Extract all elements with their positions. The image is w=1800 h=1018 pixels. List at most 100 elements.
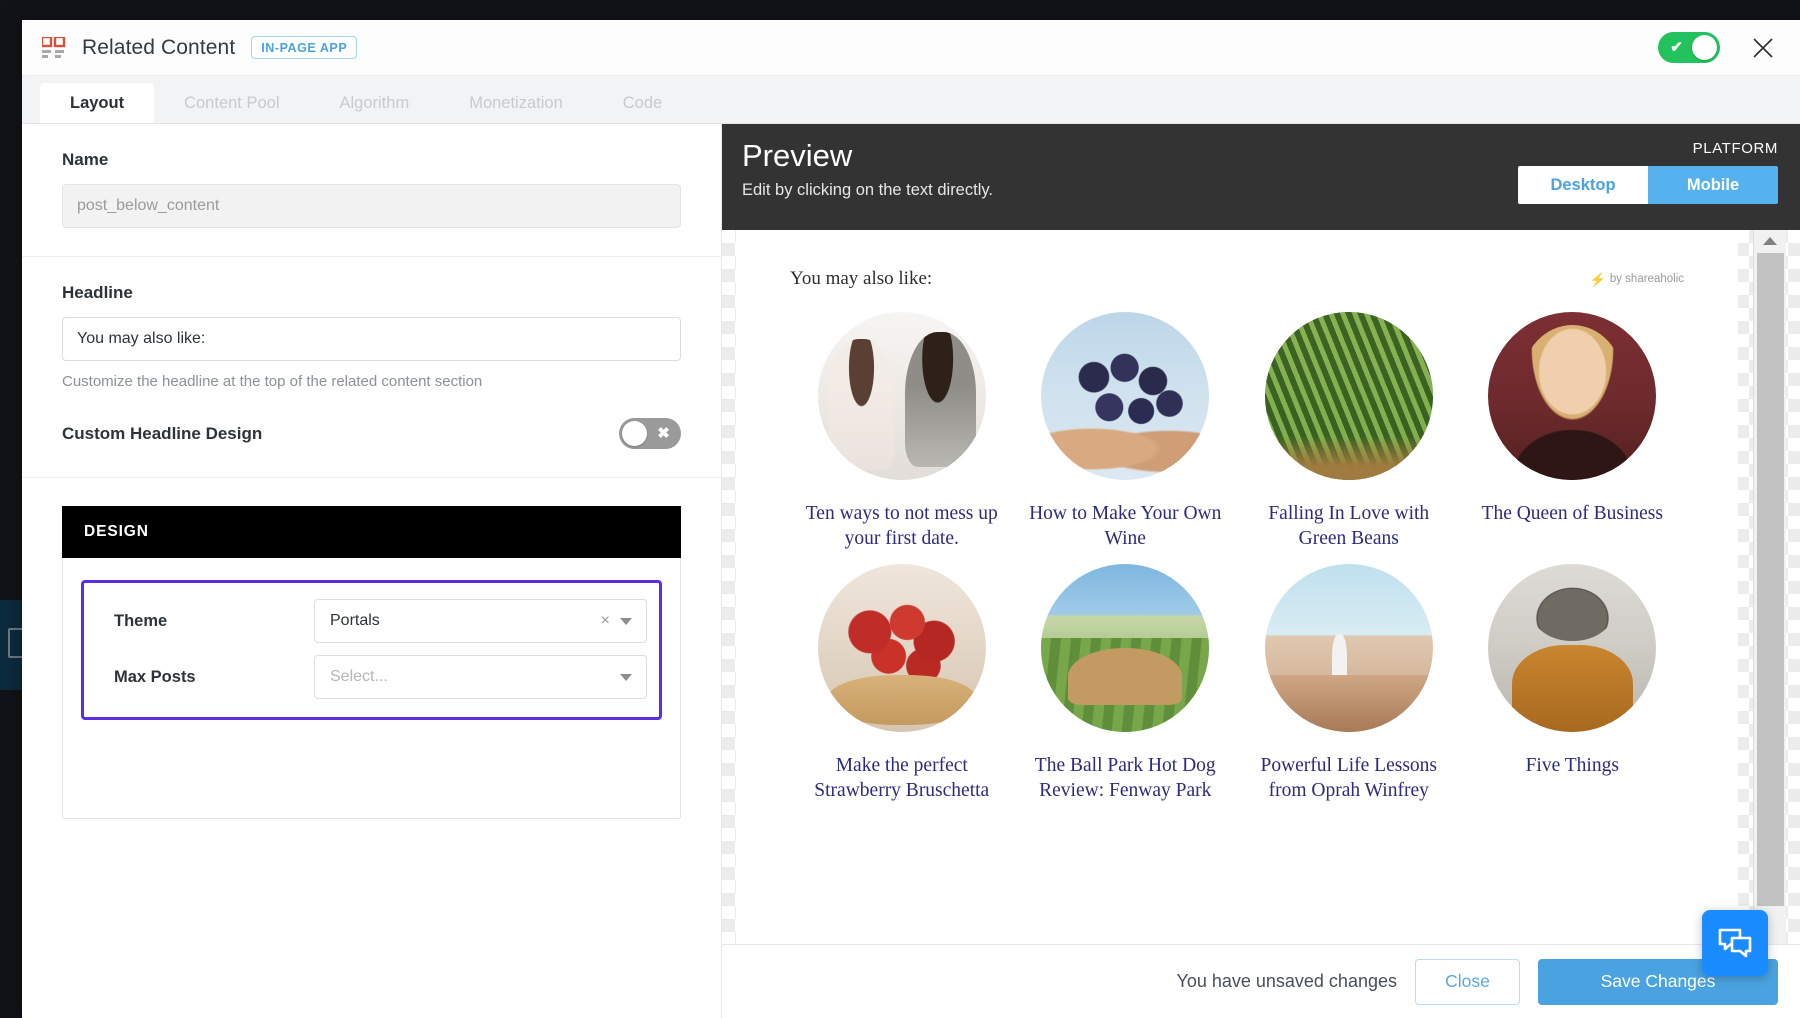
modal-footer: You have unsaved changes Close Save Chan…: [722, 944, 1800, 1018]
unsaved-changes-text: You have unsaved changes: [1176, 971, 1397, 992]
toggle-knob: [1692, 35, 1717, 60]
toggle-knob: [622, 421, 647, 446]
tab-monetization[interactable]: Monetization: [439, 83, 593, 123]
related-card[interactable]: Powerful Life Lessons from Oprah Winfrey: [1237, 564, 1461, 804]
fur-hat-image: [1488, 564, 1656, 732]
green-beans-image: [1265, 312, 1433, 480]
thumbnail[interactable]: [818, 312, 986, 480]
settings-panel: Name Headline Customize the headline at …: [22, 124, 722, 1018]
thumbnail[interactable]: [818, 564, 986, 732]
chevron-down-icon[interactable]: [620, 618, 632, 625]
tab-algorithm[interactable]: Algorithm: [310, 83, 440, 123]
related-card-title[interactable]: The Ball Park Hot Dog Review: Fenway Par…: [1023, 754, 1228, 804]
thumbnail[interactable]: [1041, 312, 1209, 480]
tab-layout[interactable]: Layout: [40, 83, 154, 123]
theme-select[interactable]: Portals ×: [314, 599, 647, 643]
headline-field-block: Headline Customize the headline at the t…: [22, 257, 721, 478]
thumbnail[interactable]: [1265, 564, 1433, 732]
preview-title: Preview: [742, 140, 993, 173]
platform-switcher: PLATFORM Desktop Mobile: [1518, 140, 1778, 204]
scrollbar-track[interactable]: [1754, 252, 1787, 996]
close-button[interactable]: Close: [1415, 959, 1520, 1005]
app-enabled-toggle[interactable]: ✔: [1658, 32, 1720, 63]
theme-label: Theme: [96, 612, 314, 631]
attribution-text: by shareaholic: [1610, 273, 1684, 285]
theme-clear-icon[interactable]: ×: [591, 613, 620, 629]
related-card[interactable]: The Queen of Business: [1461, 312, 1685, 552]
headline-label: Headline: [62, 283, 681, 303]
shareaholic-attribution[interactable]: ⚡ by shareaholic: [1590, 273, 1684, 286]
preview-canvas: You may also like: ⚡ by shareaholic Ten …: [736, 230, 1738, 1018]
design-section-header: DESIGN: [62, 506, 681, 558]
ballpark-image: [1041, 564, 1209, 732]
thumbnail[interactable]: [1488, 312, 1656, 480]
thumbnail[interactable]: [1488, 564, 1656, 732]
custom-headline-design-toggle[interactable]: ✖: [619, 418, 681, 449]
related-card[interactable]: Five Things: [1461, 564, 1685, 804]
custom-headline-design-label: Custom Headline Design: [62, 424, 262, 444]
platform-mobile-button[interactable]: Mobile: [1648, 166, 1778, 204]
woman-portrait-image: [1488, 312, 1656, 480]
check-icon: ✔: [1661, 32, 1692, 63]
preview-subtitle: Edit by clicking on the text directly.: [742, 181, 993, 200]
tab-code[interactable]: Code: [593, 83, 692, 123]
max-posts-row: Max Posts Select...: [96, 649, 647, 705]
chat-bubbles-icon[interactable]: [1702, 910, 1768, 976]
preview-headline-text[interactable]: You may also like:: [790, 268, 932, 290]
related-card-title[interactable]: Powerful Life Lessons from Oprah Winfrey: [1246, 754, 1451, 804]
platform-label: PLATFORM: [1518, 140, 1778, 157]
preview-header: Preview Edit by clicking on the text dir…: [722, 124, 1800, 230]
tab-bar: Layout Content Pool Algorithm Monetizati…: [22, 76, 1800, 124]
grapes-image: [1041, 312, 1209, 480]
scrollbar-thumb[interactable]: [1757, 253, 1784, 906]
app-type-badge: IN-PAGE APP: [251, 36, 357, 60]
scroll-up-icon[interactable]: [1754, 230, 1787, 252]
couple-image: [818, 312, 986, 480]
preview-panel: Preview Edit by clicking on the text dir…: [722, 124, 1800, 1018]
max-posts-select[interactable]: Select...: [314, 655, 647, 699]
name-label: Name: [62, 150, 681, 170]
preview-stage: You may also like: ⚡ by shareaholic Ten …: [722, 230, 1800, 1018]
modal-titlebar: Related Content IN-PAGE APP ✔: [22, 20, 1800, 76]
headline-input[interactable]: [62, 317, 681, 361]
theme-select-value: Portals: [330, 612, 380, 630]
max-posts-select-value: Select...: [330, 668, 388, 686]
related-card[interactable]: Ten ways to not mess up your first date.: [790, 312, 1014, 552]
preview-scrollbar[interactable]: [1753, 230, 1786, 1018]
related-card-title[interactable]: Ten ways to not mess up your first date.: [799, 502, 1004, 552]
preview-row: Make the perfect Strawberry Bruschetta T…: [790, 564, 1684, 804]
desert-walk-image: [1265, 564, 1433, 732]
custom-headline-design-row: Custom Headline Design ✖: [62, 418, 681, 449]
thumbnail[interactable]: [1265, 312, 1433, 480]
related-card[interactable]: The Ball Park Hot Dog Review: Fenway Par…: [1014, 564, 1238, 804]
theme-row: Theme Portals ×: [96, 593, 647, 649]
related-content-modal: Related Content IN-PAGE APP ✔ Layout Con…: [22, 20, 1800, 1018]
page-title: Related Content: [82, 36, 235, 60]
name-input[interactable]: [62, 184, 681, 228]
design-card-body: Theme Portals × Max Posts Sel: [63, 558, 680, 818]
bruschetta-image: [818, 564, 986, 732]
related-card-title[interactable]: The Queen of Business: [1482, 502, 1663, 527]
platform-desktop-button[interactable]: Desktop: [1518, 166, 1648, 204]
thumbnail[interactable]: [1041, 564, 1209, 732]
app-grid-icon: [42, 37, 66, 59]
name-field-block: Name: [22, 124, 721, 257]
cross-icon: ✖: [648, 418, 679, 449]
design-section: DESIGN Theme Portals ×: [22, 478, 721, 819]
design-highlight-box: Theme Portals × Max Posts Sel: [81, 580, 662, 720]
related-card[interactable]: How to Make Your Own Wine: [1014, 312, 1238, 552]
tab-content-pool[interactable]: Content Pool: [154, 83, 309, 123]
design-card: Theme Portals × Max Posts Sel: [62, 558, 681, 819]
related-card[interactable]: Falling In Love with Green Beans: [1237, 312, 1461, 552]
headline-hint: Customize the headline at the top of the…: [62, 373, 681, 390]
related-card-title[interactable]: How to Make Your Own Wine: [1023, 502, 1228, 552]
max-posts-label: Max Posts: [96, 668, 314, 687]
related-card-title[interactable]: Five Things: [1526, 754, 1619, 779]
related-card-title[interactable]: Make the perfect Strawberry Bruschetta: [799, 754, 1004, 804]
bolt-icon: ⚡: [1590, 273, 1606, 286]
related-card-title[interactable]: Falling In Love with Green Beans: [1246, 502, 1451, 552]
close-icon[interactable]: [1748, 33, 1778, 63]
related-card[interactable]: Make the perfect Strawberry Bruschetta: [790, 564, 1014, 804]
chevron-down-icon[interactable]: [620, 674, 632, 681]
preview-row: Ten ways to not mess up your first date.…: [790, 312, 1684, 552]
